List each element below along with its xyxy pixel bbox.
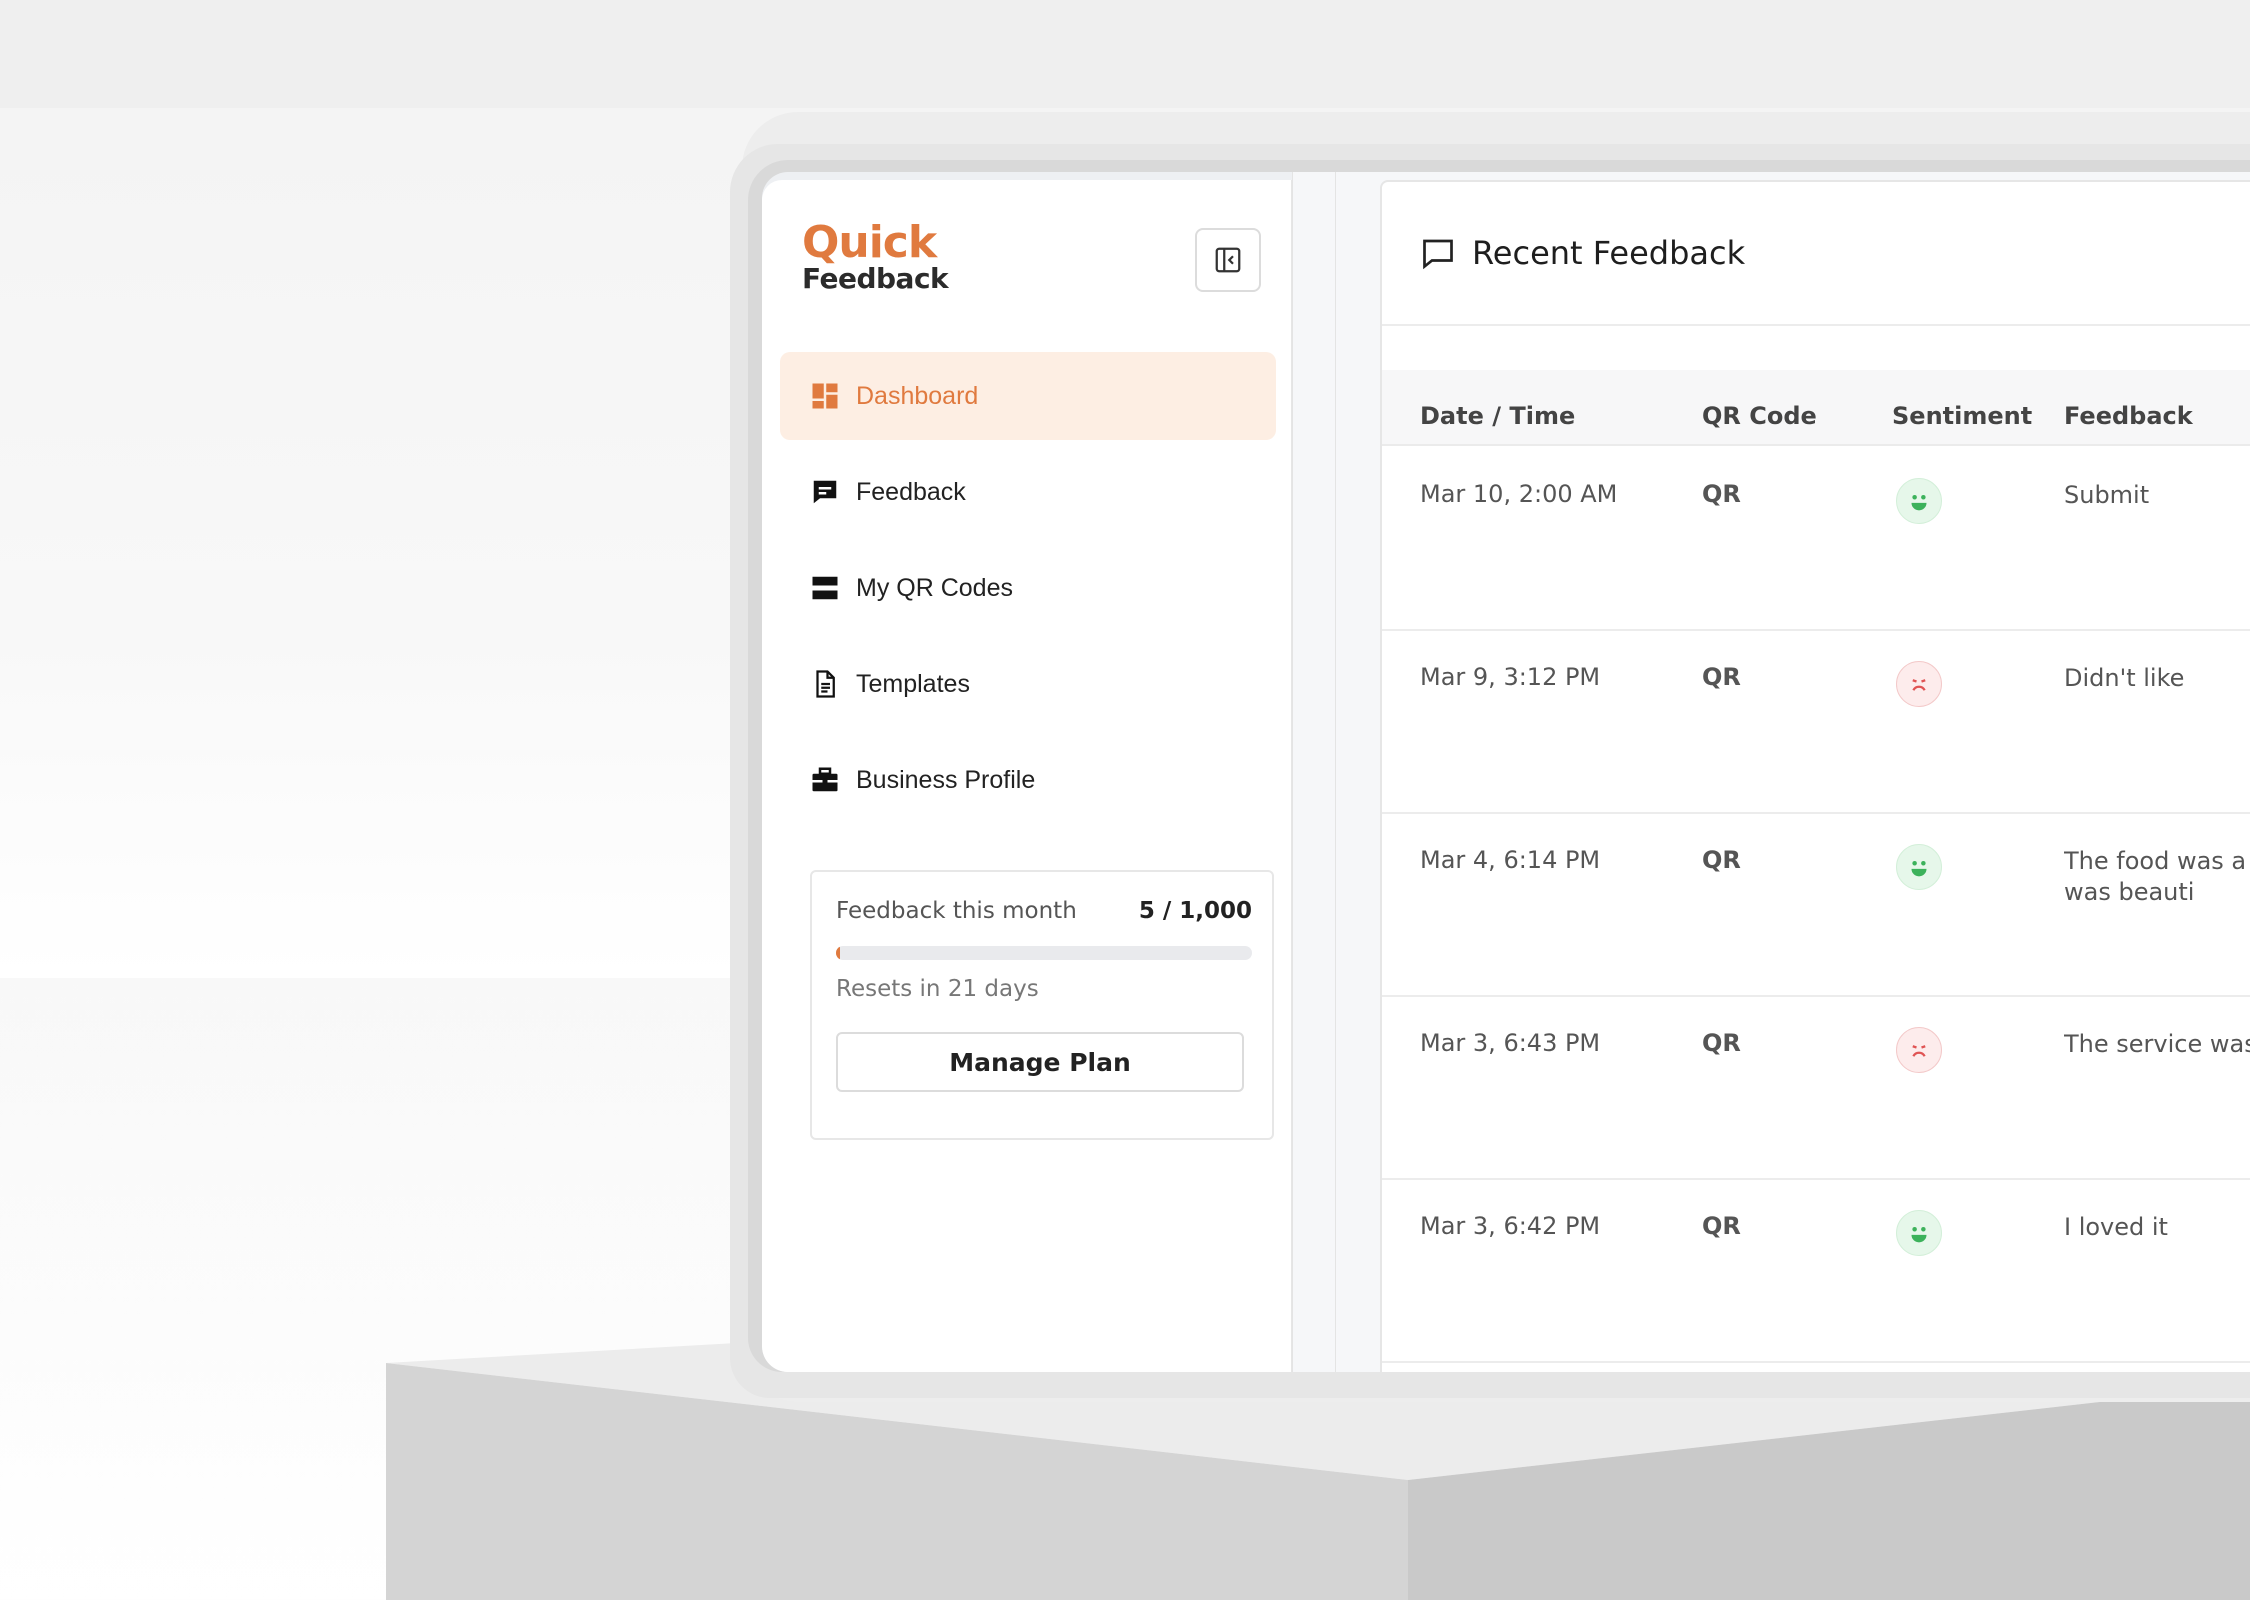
table-row[interactable]: Mar 9, 3:12 PM QR Didn't like — [1382, 631, 2250, 814]
table-row[interactable]: Mar 4, 6:14 PM QR The food was a dish was … — [1382, 814, 2250, 997]
usage-row: Feedback this month 5 / 1,000 — [836, 898, 1252, 924]
row-qr-code: QR — [1702, 480, 1741, 508]
usage-card: Feedback this month 5 / 1,000 Resets in … — [810, 870, 1274, 1140]
sidebar-item-dashboard[interactable]: Dashboard — [780, 352, 1276, 440]
column-header-feedback[interactable]: Feedback — [2064, 402, 2193, 430]
table-row[interactable]: Mar 3, 6:42 PM QR I loved it — [1382, 1180, 2250, 1363]
row-qr-code: QR — [1702, 663, 1741, 691]
briefcase-icon — [810, 765, 840, 795]
row-feedback: Submit — [2064, 481, 2150, 509]
logo-feedback: Feedback — [802, 262, 949, 295]
row-qr-code: QR — [1702, 1212, 1741, 1240]
table-row[interactable]: Mar 3, 6:43 PM QR The service was — [1382, 997, 2250, 1180]
table-header: Date / Time QR Code Sentiment Feedback — [1382, 370, 2250, 446]
row-date: Mar 3, 6:42 PM — [1420, 1212, 1601, 1240]
sad-face-icon — [1896, 1027, 1942, 1073]
row-date: Mar 9, 3:12 PM — [1420, 663, 1601, 691]
main-content: Recent Feedback Date / Time QR Code Sent… — [1336, 172, 2250, 1372]
usage-label: Feedback this month — [836, 898, 1077, 924]
row-feedback: The service was — [2064, 1030, 2250, 1058]
collapse-sidebar-icon — [1215, 247, 1241, 273]
row-feedback: Didn't like — [2064, 664, 2185, 692]
logo[interactable]: Quick Feedback — [802, 217, 949, 295]
sidebar-item-feedback[interactable]: Feedback — [780, 448, 1276, 536]
qr-code-icon — [810, 573, 840, 603]
sidebar-item-label: My QR Codes — [856, 573, 1013, 602]
document-icon — [810, 669, 840, 699]
column-header-sentiment[interactable]: Sentiment — [1892, 402, 2032, 430]
logo-quick: Quick — [802, 217, 937, 268]
collapse-sidebar-button[interactable] — [1195, 228, 1261, 292]
sidebar: Quick Feedback Dashboard Feedback My QR … — [762, 180, 1292, 1372]
row-date: Mar 10, 2:00 AM — [1420, 480, 1618, 508]
column-header-qr-code[interactable]: QR Code — [1702, 402, 1817, 430]
card-title: Recent Feedback — [1472, 234, 1746, 272]
row-qr-code: QR — [1702, 846, 1741, 874]
row-feedback: The food was a dish was beauti — [2064, 847, 2250, 906]
sidebar-item-label: Dashboard — [856, 381, 979, 410]
usage-progress-fill — [836, 946, 841, 960]
message-icon — [1420, 235, 1456, 271]
sidebar-item-label: Templates — [856, 669, 970, 698]
usage-reset-text: Resets in 21 days — [836, 976, 1039, 1002]
manage-plan-button[interactable]: Manage Plan — [836, 1032, 1244, 1092]
sidebar-divider — [1292, 172, 1336, 1372]
table-row[interactable]: Mar 10, 2:00 AM QR Submit — [1382, 448, 2250, 631]
usage-count: 5 / 1,000 — [1138, 898, 1252, 924]
row-feedback: I loved it — [2064, 1213, 2168, 1241]
chat-bubble-icon — [810, 477, 840, 507]
sidebar-item-label: Feedback — [856, 477, 966, 506]
recent-feedback-card: Recent Feedback Date / Time QR Code Sent… — [1380, 180, 2250, 1372]
row-date: Mar 4, 6:14 PM — [1420, 846, 1601, 874]
sidebar-nav: Dashboard Feedback My QR Codes Templates… — [780, 352, 1276, 832]
background-band — [0, 0, 2250, 108]
happy-face-icon — [1896, 478, 1942, 524]
sidebar-item-qr-codes[interactable]: My QR Codes — [780, 544, 1276, 632]
column-header-date[interactable]: Date / Time — [1420, 402, 1575, 430]
row-date: Mar 3, 6:43 PM — [1420, 1029, 1601, 1057]
sad-face-icon — [1896, 661, 1942, 707]
happy-face-icon — [1896, 844, 1942, 890]
sidebar-item-business-profile[interactable]: Business Profile — [780, 736, 1276, 824]
usage-progress-bar — [836, 946, 1252, 960]
card-header: Recent Feedback — [1382, 182, 2250, 326]
dashboard-icon — [810, 381, 840, 411]
row-qr-code: QR — [1702, 1029, 1741, 1057]
app-screen: Quick Feedback Dashboard Feedback My QR … — [762, 172, 2250, 1372]
happy-face-icon — [1896, 1210, 1942, 1256]
sidebar-item-templates[interactable]: Templates — [780, 640, 1276, 728]
sidebar-item-label: Business Profile — [856, 765, 1036, 794]
